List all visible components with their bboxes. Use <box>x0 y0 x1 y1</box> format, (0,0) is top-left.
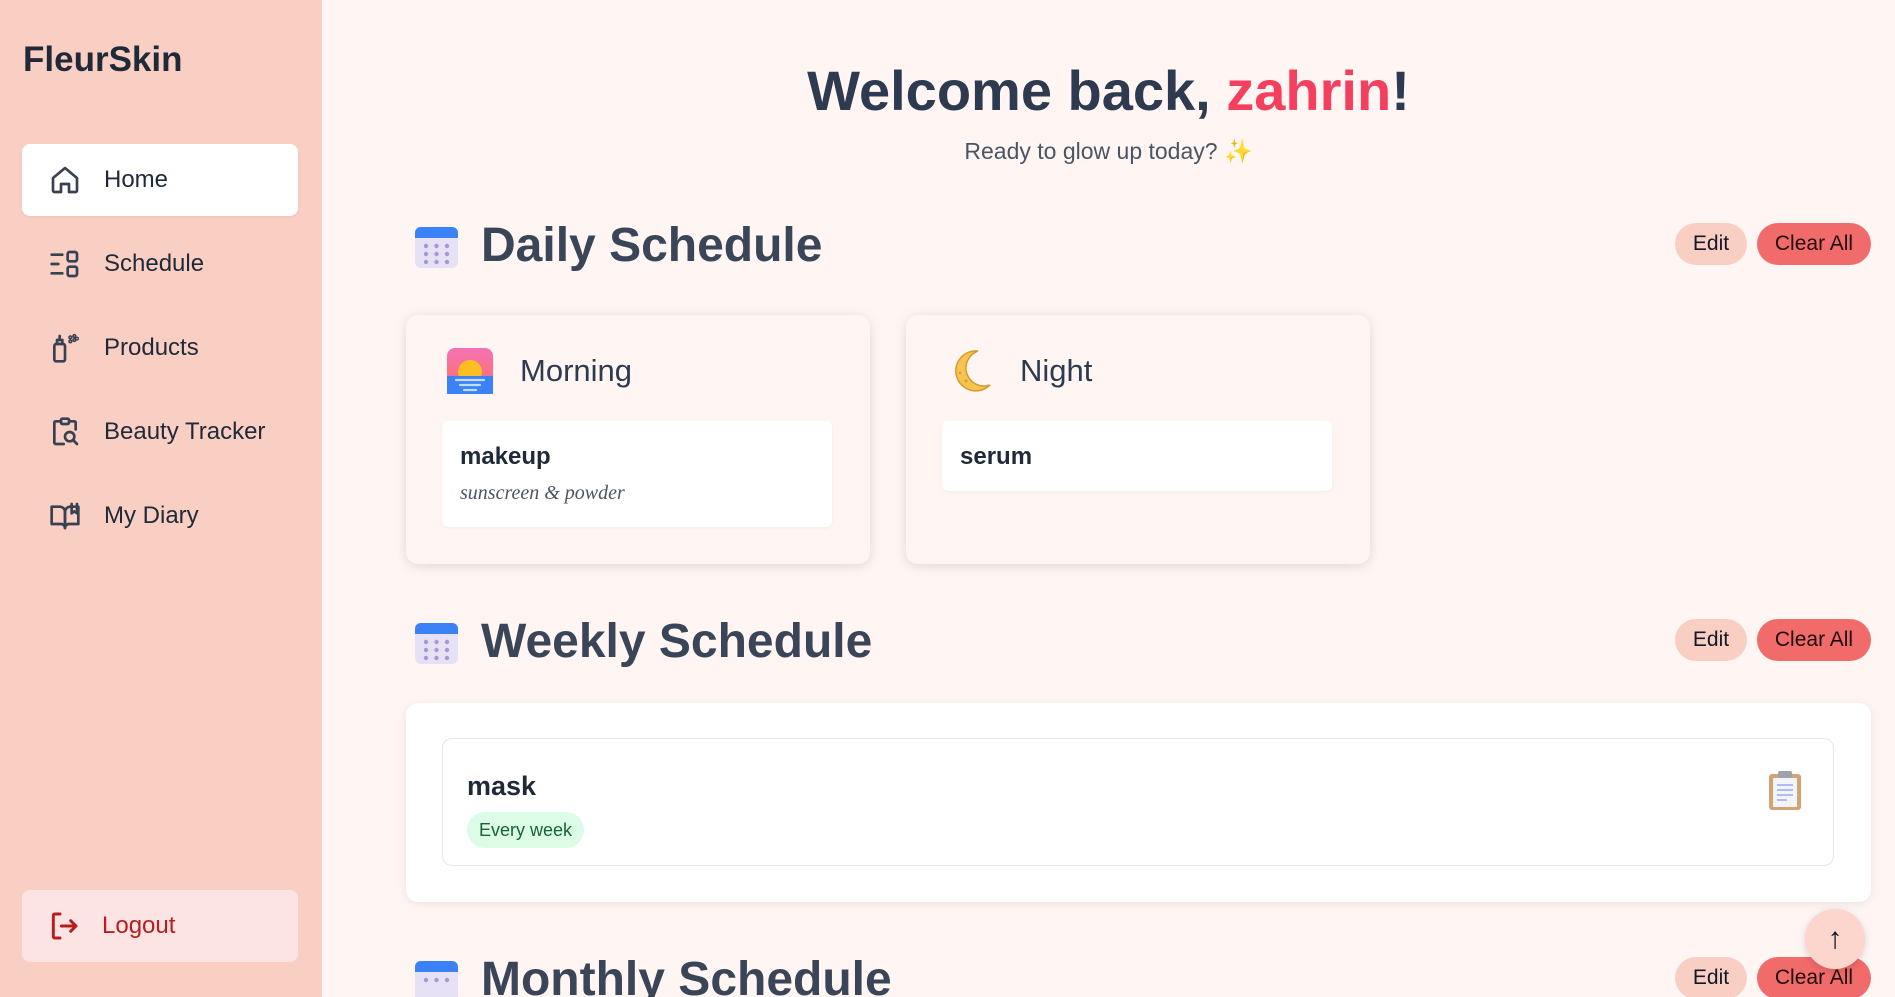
item-name: mask <box>467 771 537 801</box>
sunrise-icon <box>447 348 493 394</box>
daily-clear-all-button[interactable]: Clear All <box>1757 223 1871 265</box>
products-icon <box>48 331 82 365</box>
sidebar-item-home[interactable]: Home <box>22 144 298 216</box>
logout-label: Logout <box>102 912 176 939</box>
username: zahrin <box>1226 59 1392 122</box>
scroll-to-top-button[interactable]: ↑ <box>1805 909 1865 969</box>
clipboard-icon <box>1769 771 1801 810</box>
daily-edit-button[interactable]: Edit <box>1675 223 1747 265</box>
home-icon <box>48 163 82 197</box>
calendar-icon <box>415 961 458 997</box>
beauty-tracker-icon <box>48 415 82 449</box>
morning-header: Morning <box>446 347 632 395</box>
morning-card: Morning makeup sunscreen & powder <box>406 315 870 564</box>
calendar-icon <box>415 623 458 664</box>
logout-button[interactable]: Logout <box>22 890 298 962</box>
weekly-card: mask Every week <box>406 703 1871 902</box>
sidebar-item-label: Home <box>104 166 169 193</box>
sidebar-item-beauty-tracker[interactable]: Beauty Tracker <box>22 396 298 468</box>
night-header: Night <box>946 347 1092 395</box>
sidebar-item-products[interactable]: Products <box>22 312 298 384</box>
sidebar-item-label: Beauty Tracker <box>104 418 266 445</box>
weekly-clear-all-button[interactable]: Clear All <box>1757 619 1871 661</box>
sidebar-item-label: Products <box>104 334 199 361</box>
item-name: serum <box>960 443 1033 470</box>
calendar-icon <box>415 227 458 268</box>
sidebar-item-my-diary[interactable]: My Diary <box>22 480 298 552</box>
weekly-edit-button[interactable]: Edit <box>1675 619 1747 661</box>
monthly-clear-all-button[interactable]: Clear All <box>1757 957 1871 997</box>
crescent-moon-icon <box>955 350 991 392</box>
greeting-exclaim: ! <box>1391 59 1410 122</box>
weekly-item[interactable]: mask Every week <box>442 738 1834 866</box>
monthly-schedule-title: Monthly Schedule <box>481 953 892 997</box>
logout-icon <box>51 912 78 940</box>
sidebar-item-label: My Diary <box>104 502 199 529</box>
item-note: sunscreen & powder <box>460 482 625 504</box>
sidebar-item-schedule[interactable]: Schedule <box>22 228 298 300</box>
item-name: makeup <box>460 443 551 470</box>
schedule-icon <box>48 247 82 281</box>
diary-book-icon <box>48 499 82 533</box>
sidebar: FleurSkin Home Schedule Products Beauty … <box>0 0 322 997</box>
night-item[interactable]: serum <box>942 421 1332 491</box>
daily-schedule-title: Daily Schedule <box>481 219 823 272</box>
night-label: Night <box>1020 353 1093 388</box>
greeting-text: Welcome back, <box>807 59 1227 122</box>
weekly-schedule-title: Weekly Schedule <box>481 615 873 668</box>
welcome-subtitle: Ready to glow up today? ✨ <box>964 138 1253 164</box>
app-logo: FleurSkin <box>23 40 183 79</box>
sidebar-item-label: Schedule <box>104 250 205 277</box>
monthly-edit-button[interactable]: Edit <box>1675 957 1747 997</box>
morning-label: Morning <box>520 353 632 388</box>
night-card: Night serum <box>906 315 1370 564</box>
frequency-badge: Every week <box>467 812 585 848</box>
welcome-heading: Welcome back, zahrin! <box>322 58 1895 123</box>
morning-item[interactable]: makeup sunscreen & powder <box>442 421 832 527</box>
